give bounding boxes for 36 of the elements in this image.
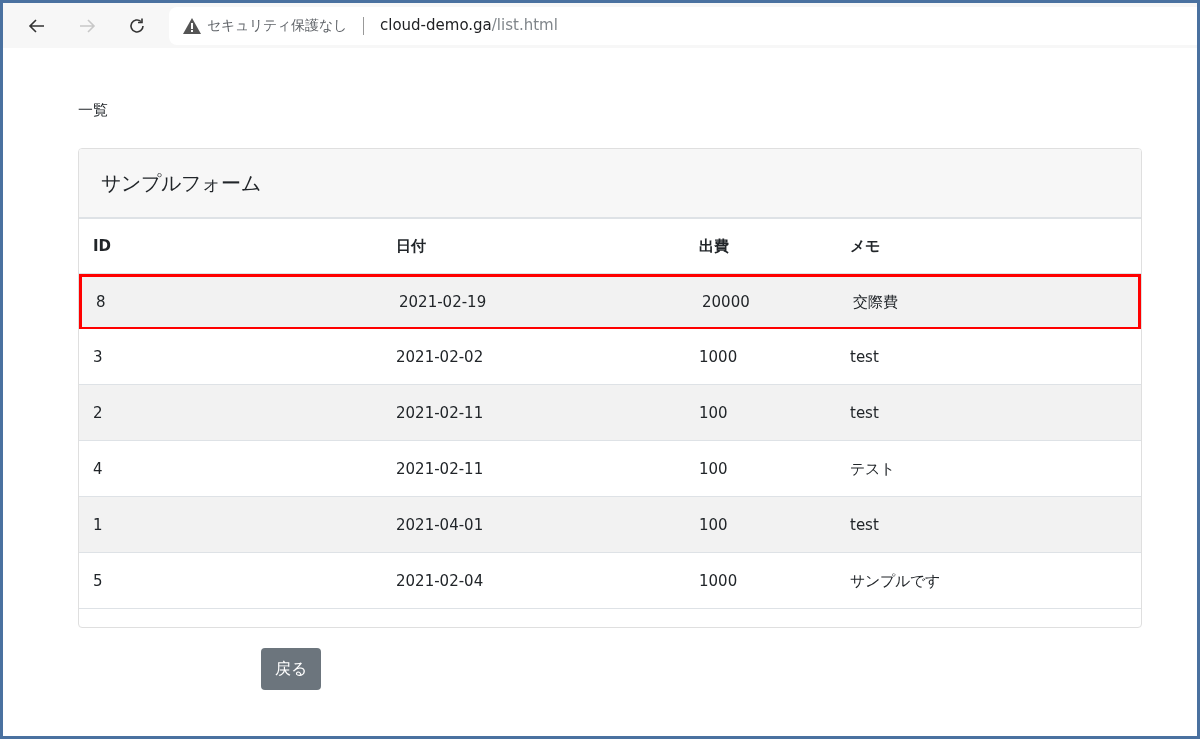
table-cell: 3: [93, 347, 103, 366]
column-header: ID: [93, 237, 112, 255]
table-cell: サンプルです: [850, 571, 940, 590]
table-cell: 2021-02-11: [396, 459, 484, 478]
table-cell: test: [850, 347, 879, 366]
address-bar[interactable]: セキュリティ保護なし cloud-demo.ga/list.html: [169, 6, 1197, 45]
security-label: セキュリティ保護なし: [207, 16, 347, 35]
table-cell: 1: [93, 515, 103, 534]
table-cell: 2021-02-19: [399, 293, 487, 311]
column-header: 日付: [396, 237, 426, 255]
table-cell: 1000: [699, 571, 738, 590]
column-header: 出費: [699, 237, 729, 255]
back-button[interactable]: 戻る: [261, 648, 321, 690]
table-cell: test: [850, 515, 879, 534]
url-path: /list.html: [491, 15, 558, 37]
table-cell: 100: [699, 515, 728, 534]
table-cell: 交際費: [853, 293, 898, 311]
url-host: cloud-demo.ga: [380, 15, 492, 37]
table-cell: 20000: [702, 293, 750, 311]
table-cell: 100: [699, 403, 728, 422]
table-cell: 2021-02-02: [396, 347, 484, 366]
column-header: メモ: [850, 237, 880, 255]
table-cell: 2: [93, 403, 103, 422]
table-cell: 2021-02-11: [396, 403, 484, 422]
table-cell: 100: [699, 459, 728, 478]
table-cell: 1000: [699, 347, 738, 366]
card-title: サンプルフォーム: [101, 170, 261, 197]
table-cell: 2021-04-01: [396, 515, 484, 534]
table-cell: test: [850, 403, 879, 422]
table-cell: 8: [96, 293, 106, 311]
table-cell: 2021-02-04: [396, 571, 484, 590]
table-cell: 4: [93, 459, 103, 478]
table-cell: 5: [93, 571, 103, 590]
table-cell: テスト: [850, 459, 895, 478]
page-heading: 一覧: [78, 100, 108, 120]
warning-icon: [183, 17, 201, 34]
